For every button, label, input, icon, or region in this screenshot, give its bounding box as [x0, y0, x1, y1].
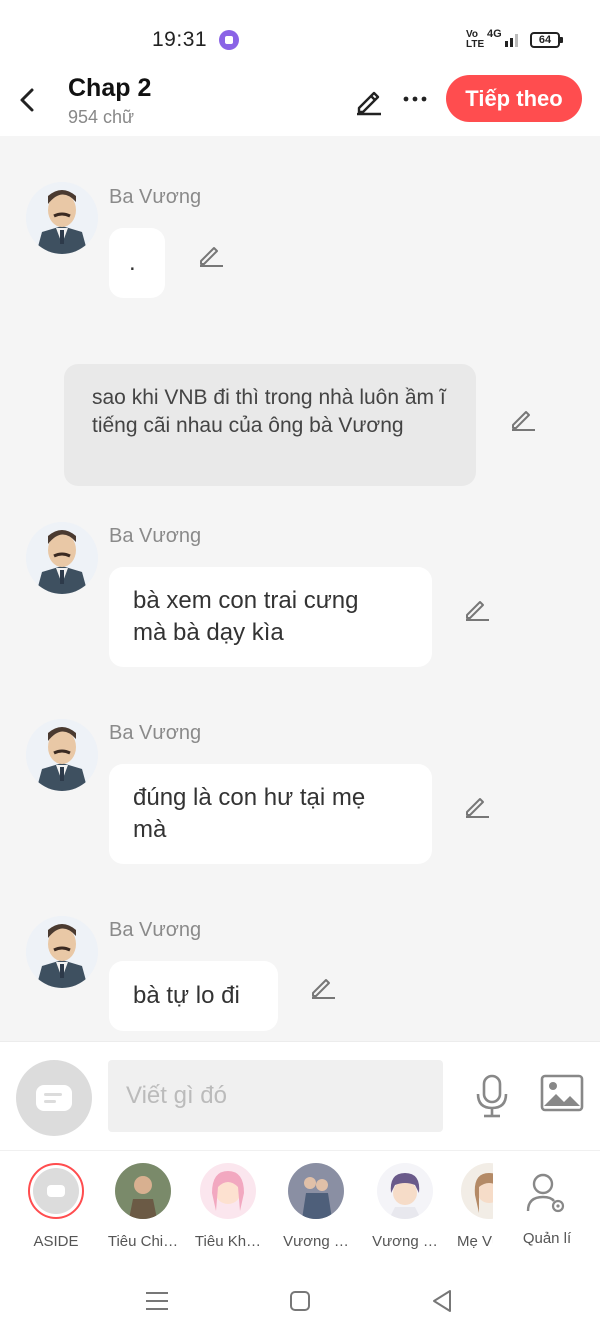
character-avatar: [461, 1163, 493, 1219]
network-type: 4G: [487, 28, 502, 40]
message-input[interactable]: [108, 1060, 443, 1132]
character-label: Tiêu Kh…: [194, 1233, 262, 1250]
chat-bubble-icon: [36, 1085, 72, 1111]
character-label: ASIDE: [33, 1233, 79, 1250]
anime-boy-icon: [377, 1163, 433, 1219]
character-bar: ASIDE Tiêu Chi… Tiêu Kh… Vương … Vương ……: [0, 1150, 600, 1268]
message-line: mà bà dạy kìa: [133, 619, 284, 646]
character-label: Vương …: [372, 1233, 438, 1250]
notification-icon: [219, 30, 239, 50]
sender-name: Ba Vương: [109, 919, 202, 941]
menu-icon[interactable]: [142, 1286, 172, 1316]
narration-bubble[interactable]: sao khi VNB đi thì trong nhà luôn ầm ĩ t…: [64, 364, 476, 486]
chapter-header: Chap 2 954 chữ Tiếp theo: [0, 74, 600, 136]
character-item[interactable]: Tiêu Chi…: [101, 1163, 185, 1250]
sender-name: Ba Vương: [109, 525, 202, 547]
character-avatar: [200, 1163, 256, 1219]
person-photo-icon: [115, 1163, 171, 1219]
character-aside[interactable]: ASIDE: [14, 1163, 98, 1250]
anime-girl-icon: [200, 1163, 256, 1219]
home-icon[interactable]: [285, 1286, 315, 1316]
back-icon[interactable]: [10, 80, 46, 120]
avatar[interactable]: [26, 522, 98, 594]
character-avatar: [377, 1163, 433, 1219]
character-item[interactable]: Tiêu Kh…: [186, 1163, 270, 1250]
father-avatar-icon: [26, 719, 98, 791]
microphone-icon[interactable]: [472, 1072, 512, 1120]
signal-icon: [505, 34, 518, 47]
status-time: 19:31: [152, 28, 208, 51]
character-avatar: [115, 1163, 171, 1219]
user-settings-icon: [526, 1173, 565, 1213]
sender-name: Ba Vương: [109, 722, 202, 744]
next-chapter-button[interactable]: Tiếp theo: [446, 75, 582, 122]
couple-photo-icon: [288, 1163, 344, 1219]
edit-message-icon[interactable]: [463, 594, 491, 622]
edit-pen-icon[interactable]: [353, 84, 385, 116]
avatar[interactable]: [26, 916, 98, 988]
more-options-icon[interactable]: [400, 84, 430, 114]
character-item[interactable]: Mẹ Vươ: [441, 1163, 493, 1250]
message-bubble[interactable]: bà xem con trai cưng mà bà dạy kìa: [109, 567, 432, 667]
word-count: 954 chữ: [68, 107, 135, 127]
character-item[interactable]: Vương …: [274, 1163, 358, 1250]
system-nav-bar: [0, 1268, 600, 1333]
character-label: Vương …: [283, 1233, 349, 1250]
chat-area[interactable]: Ba Vương . sao khi VNB đi thì trong nhà …: [0, 136, 600, 1041]
sender-name: Ba Vương: [109, 186, 202, 208]
composer-bar: [0, 1041, 600, 1150]
aside-avatar: [28, 1163, 84, 1219]
anime-woman-icon: [461, 1163, 493, 1219]
edit-message-icon[interactable]: [463, 791, 491, 819]
character-label: Tiêu Chi…: [107, 1233, 179, 1250]
edit-message-icon[interactable]: [197, 240, 225, 268]
message-line: mà: [133, 816, 167, 843]
edit-message-icon[interactable]: [309, 972, 337, 1000]
character-label: Mẹ Vươ: [457, 1233, 493, 1250]
avatar[interactable]: [26, 182, 98, 254]
volte-indicator: Vo LTE: [466, 29, 485, 50]
back-triangle-icon[interactable]: [428, 1286, 458, 1316]
avatar[interactable]: [26, 719, 98, 791]
manage-label: Quản lí: [522, 1230, 572, 1247]
image-icon[interactable]: [540, 1074, 584, 1114]
chapter-title: Chap 2: [68, 74, 152, 102]
message-line: bà xem con trai cưng: [133, 587, 359, 614]
message-line: đúng là con hư tại mẹ: [133, 784, 366, 811]
character-item[interactable]: Vương …: [363, 1163, 447, 1250]
status-bar: 19:31 Vo LTE 4G 64: [0, 0, 600, 76]
character-avatar: [288, 1163, 344, 1219]
battery-icon: 64: [530, 32, 563, 48]
father-avatar-icon: [26, 182, 98, 254]
father-avatar-icon: [26, 522, 98, 594]
manage-characters-button[interactable]: Quản lí: [516, 1171, 578, 1247]
message-bubble[interactable]: bà tự lo đi: [109, 961, 278, 1031]
message-bubble[interactable]: .: [109, 228, 165, 298]
message-bubble[interactable]: đúng là con hư tại mẹ mà: [109, 764, 432, 864]
edit-message-icon[interactable]: [509, 404, 537, 432]
father-avatar-icon: [26, 916, 98, 988]
aside-toggle-button[interactable]: [16, 1060, 92, 1136]
